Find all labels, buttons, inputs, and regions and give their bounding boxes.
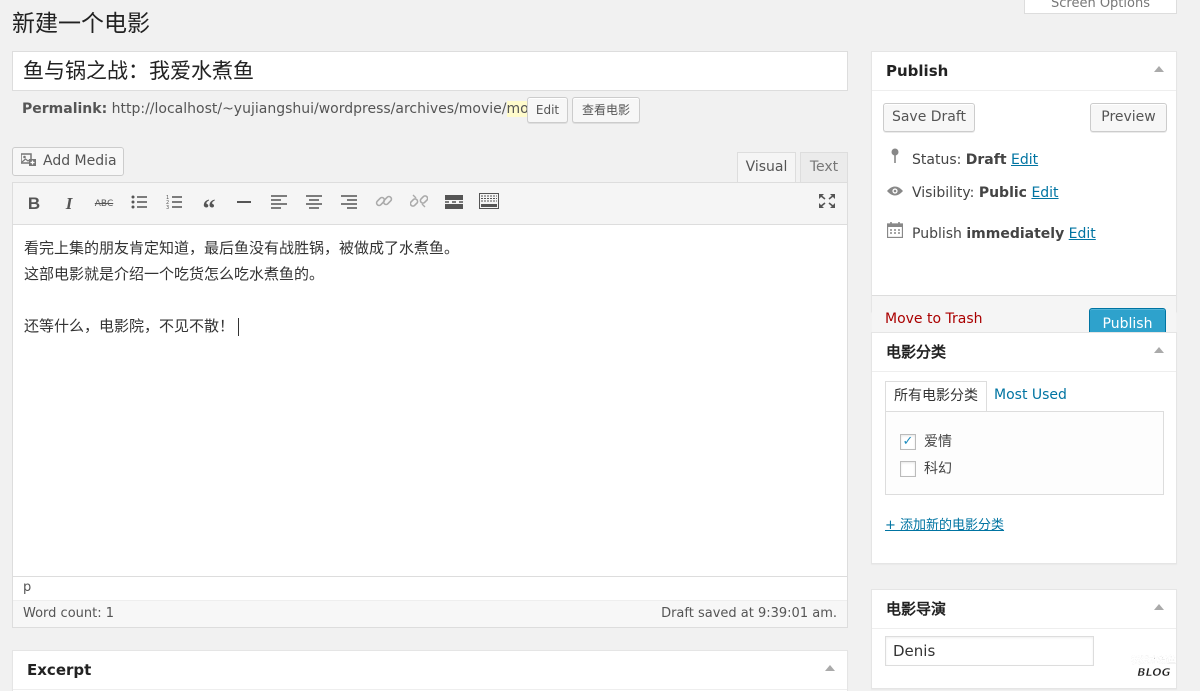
- excerpt-header[interactable]: Excerpt: [13, 651, 847, 690]
- blockquote-icon[interactable]: “: [197, 192, 221, 223]
- checkbox-checked-icon[interactable]: ✓: [900, 434, 916, 450]
- tab-most-used[interactable]: Most Used: [986, 381, 1075, 412]
- permalink-label: Permalink:: [22, 101, 108, 117]
- category-header[interactable]: 电影分类: [872, 333, 1176, 372]
- add-media-label: Add Media: [43, 153, 117, 169]
- move-to-trash-link[interactable]: Move to Trash: [885, 311, 983, 327]
- bullet-list-icon[interactable]: [127, 192, 151, 216]
- view-movie-button[interactable]: 查看电影: [572, 97, 640, 123]
- element-path[interactable]: p: [13, 576, 847, 600]
- add-new-category-link[interactable]: + 添加新的电影分类: [885, 514, 1004, 533]
- edit-publish-date-link[interactable]: Edit: [1069, 226, 1096, 242]
- content-line-wrapper: 还等什么，电影院，不见不散！: [24, 313, 824, 339]
- toolbar-toggle-icon[interactable]: [477, 192, 501, 216]
- svg-text:3: 3: [166, 205, 169, 209]
- unlink-icon[interactable]: [407, 192, 431, 216]
- permalink-base[interactable]: http://localhost/~yujiangshui/wordpress/…: [112, 101, 507, 117]
- status-value: Draft: [965, 152, 1007, 168]
- content-line: 看完上集的朋友肯定知道，最后鱼没有战胜锅，被做成了水煮鱼。: [24, 239, 460, 257]
- content-line: 还等什么，电影院，不见不散！: [24, 317, 235, 335]
- eye-icon: [886, 185, 904, 201]
- category-box-title: 电影分类: [886, 343, 947, 361]
- toggle-arrow-icon[interactable]: [825, 665, 835, 671]
- italic-icon[interactable]: I: [57, 192, 81, 216]
- align-left-icon[interactable]: [267, 192, 291, 216]
- status-row: Status: Draft Edit: [886, 148, 1038, 168]
- text-caret: [238, 317, 240, 336]
- excerpt-box: Excerpt: [12, 650, 848, 691]
- word-count: Word count: 1: [23, 606, 115, 621]
- publish-label: Publish: [912, 226, 962, 242]
- director-input[interactable]: Denis: [885, 636, 1094, 666]
- page-title: 新建一个电影: [12, 11, 150, 37]
- numbered-list-icon[interactable]: 123: [162, 192, 186, 216]
- add-media-button[interactable]: Add Media: [12, 147, 124, 176]
- permalink: Permalink: http://localhost/~yujiangshui…: [22, 101, 559, 117]
- visibility-row: Visibility: Public Edit: [886, 185, 1059, 201]
- align-center-icon[interactable]: [302, 192, 326, 216]
- screen-options-button[interactable]: Screen Options: [1024, 0, 1177, 14]
- edit-slug-button[interactable]: Edit: [527, 97, 568, 123]
- category-item[interactable]: ✓ 爱情: [900, 431, 952, 451]
- excerpt-title: Excerpt: [27, 661, 92, 679]
- category-label: 科幻: [924, 461, 952, 477]
- link-icon[interactable]: [372, 192, 396, 216]
- preview-button[interactable]: Preview: [1090, 103, 1167, 132]
- bold-icon[interactable]: B: [22, 192, 46, 216]
- svg-text:我爱水煮鱼: 我爱水煮鱼: [1131, 654, 1176, 666]
- content-line: 这部电影就是介绍一个吃货怎么吃水煮鱼的。: [24, 265, 325, 283]
- publish-value: immediately: [966, 226, 1065, 242]
- toggle-arrow-icon[interactable]: [1154, 347, 1164, 353]
- visibility-label: Visibility:: [912, 185, 975, 201]
- save-draft-button[interactable]: Save Draft: [883, 103, 975, 132]
- editor-status-bar: Word count: 1 Draft saved at 9:39:01 am.: [13, 600, 847, 627]
- editor-content[interactable]: 看完上集的朋友肯定知道，最后鱼没有战胜锅，被做成了水煮鱼。 这部电影就是介绍一个…: [24, 235, 824, 339]
- category-item[interactable]: 科幻: [900, 458, 952, 478]
- horizontal-rule-icon[interactable]: [232, 192, 256, 216]
- draft-saved-status: Draft saved at 9:39:01 am.: [661, 606, 837, 621]
- strikethrough-icon[interactable]: ABC: [92, 192, 116, 216]
- read-more-icon[interactable]: [442, 192, 466, 216]
- add-media-icon: [20, 150, 37, 166]
- publish-date-row: Publish immediately Edit: [886, 222, 1096, 242]
- publish-header[interactable]: Publish: [872, 52, 1176, 91]
- calendar-icon: [886, 222, 904, 242]
- publish-box-title: Publish: [886, 62, 949, 80]
- pin-icon: [886, 148, 904, 168]
- editor: B I ABC 123 “ 看完上集的朋友肯定知道，最后鱼没有战胜锅，被做成了水…: [12, 182, 848, 628]
- toggle-arrow-icon[interactable]: [1154, 604, 1164, 610]
- publish-box: Publish Save Draft Preview Status: Draft…: [871, 51, 1177, 345]
- status-label: Status:: [912, 152, 962, 168]
- editor-toolbar: B I ABC 123 “: [13, 183, 847, 225]
- edit-status-link[interactable]: Edit: [1011, 152, 1038, 168]
- category-label: 爱情: [924, 434, 952, 450]
- movie-category-box: 电影分类 所有电影分类 Most Used ✓ 爱情 科幻 + 添加新的电影分类: [871, 332, 1177, 564]
- edit-visibility-link[interactable]: Edit: [1031, 185, 1058, 201]
- fullscreen-icon[interactable]: [815, 192, 839, 216]
- tab-text[interactable]: Text: [800, 152, 848, 183]
- checkbox-icon[interactable]: [900, 461, 916, 477]
- visibility-value: Public: [978, 185, 1027, 201]
- tab-visual[interactable]: Visual: [737, 152, 796, 183]
- svg-text:BLOG: BLOG: [1137, 666, 1170, 679]
- tab-all-categories[interactable]: 所有电影分类: [885, 381, 987, 412]
- content-line: [24, 287, 824, 313]
- director-header[interactable]: 电影导演: [872, 590, 1176, 629]
- category-checklist: ✓ 爱情 科幻: [885, 411, 1164, 495]
- toggle-arrow-icon[interactable]: [1154, 66, 1164, 72]
- post-title-input[interactable]: 鱼与锅之战：我爱水煮鱼: [12, 51, 848, 91]
- blog-watermark-logo: 我爱水煮鱼 BLOG: [1118, 653, 1190, 679]
- director-box-title: 电影导演: [886, 600, 947, 618]
- align-right-icon[interactable]: [337, 192, 361, 216]
